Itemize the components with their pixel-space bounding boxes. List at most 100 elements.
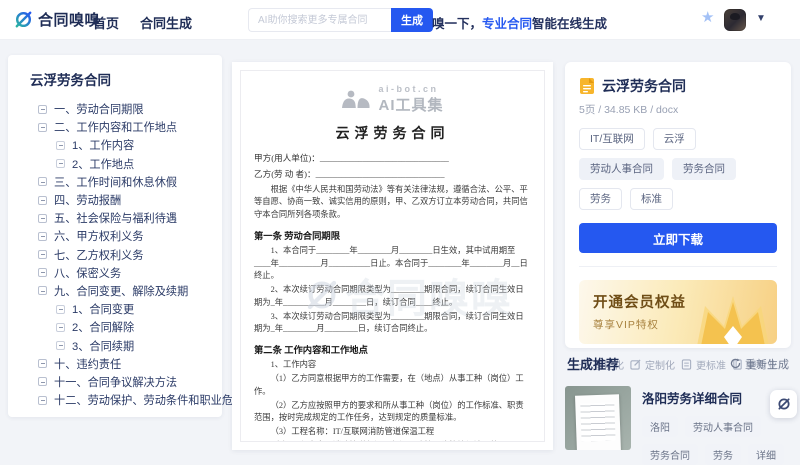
recommend-section: 生成推荐 重新生成 洛阳劳务详细合同 洛阳劳动人事合同劳务合同劳务详细: [565, 354, 791, 465]
party-a-line: 甲方(用人单位)：______________________________: [254, 152, 531, 164]
provider-watermark: ai-bot.cn AI工具集: [254, 84, 531, 115]
collapse-icon[interactable]: [56, 305, 65, 314]
top-navbar: 合同嗅嗅 首页 合同生成 生成 嗅一下，专业合同智能在线生成 ★ ▼: [0, 0, 800, 40]
outline-item[interactable]: 六、甲方权利义务: [8, 227, 222, 245]
collapse-icon[interactable]: [38, 105, 47, 114]
outline-item[interactable]: 十一、合同争议解决方法: [8, 373, 222, 391]
nav-contract-generate[interactable]: 合同生成: [140, 13, 192, 32]
doc-paragraph: （4）工程内容：消防管道保温、保温层防护、建筑垃圾清运等。: [254, 440, 531, 442]
contract-tag[interactable]: 劳务: [579, 188, 622, 210]
generate-button[interactable]: 生成: [391, 8, 433, 32]
collapse-icon[interactable]: [38, 268, 47, 277]
contract-tag[interactable]: 标准: [630, 188, 673, 210]
outline-item-label: 1、合同变更: [72, 301, 134, 317]
user-avatar[interactable]: [724, 9, 746, 31]
doc-paragraph: （3）工程名称：IT/互联网消防管道保温工程: [254, 426, 531, 438]
outline-sidebar: 云浮劳务合同 一、劳动合同期限二、工作内容和工作地点1、工作内容 2、工作地点三、…: [8, 55, 222, 417]
favorite-star-icon[interactable]: ★: [701, 10, 714, 25]
recommend-tag[interactable]: 详细: [748, 444, 784, 465]
document-preview-card: 合同嗅嗅 ai-bot.cn AI工具集 云浮劳务合同 甲方(用人单位)：___…: [232, 62, 553, 450]
collapse-icon[interactable]: [56, 141, 65, 150]
crown-icon: [691, 288, 775, 344]
recommend-thumbnail: [565, 386, 631, 450]
collapse-icon[interactable]: [56, 323, 65, 332]
doc-paragraph: （2）乙方应按照甲方的要求和所从事工种（岗位）的工作标准、职责范围，按时完成规定…: [254, 400, 531, 425]
outline-item-label: 十一、合同争议解决方法: [54, 374, 177, 390]
doc-paragraph: 2、本次续订劳动合同期限类型为________期限合同，续订合同生效日期为_年_…: [254, 284, 531, 309]
doc-section-heading: 第二条 工作内容和工作地点: [254, 342, 531, 356]
tagline-highlight: 专业合同: [482, 17, 532, 31]
contract-tag[interactable]: IT/互联网: [579, 128, 645, 150]
outline-item[interactable]: 五、社会保险与福利待遇: [8, 209, 222, 227]
recommend-item-tags: 洛阳劳动人事合同劳务合同劳务详细: [642, 416, 787, 465]
regenerate-button[interactable]: 重新生成: [730, 356, 789, 372]
collapse-icon[interactable]: [38, 196, 47, 205]
document-page[interactable]: 合同嗅嗅 ai-bot.cn AI工具集 云浮劳务合同 甲方(用人单位)：___…: [240, 70, 545, 442]
outline-item-label: 九、合同变更、解除及续期: [54, 283, 188, 299]
outline-item[interactable]: 一、劳动合同期限: [8, 100, 222, 118]
collapse-icon[interactable]: [56, 159, 65, 168]
recommend-tag[interactable]: 劳务合同: [642, 444, 698, 465]
outline-item[interactable]: 七、乙方权利义务: [8, 246, 222, 264]
vip-banner[interactable]: 开通会员权益 尊享VIP特权: [579, 280, 777, 344]
outline-item[interactable]: 十、违约责任: [8, 355, 222, 373]
brand-logo[interactable]: 合同嗅嗅: [14, 9, 100, 30]
outline-item-label: 十、违约责任: [54, 356, 121, 372]
collapse-icon[interactable]: [38, 359, 47, 368]
collapse-icon[interactable]: [38, 396, 47, 405]
refresh-icon: [730, 358, 741, 369]
outline-item[interactable]: 1、工作内容: [8, 136, 222, 154]
outline-item[interactable]: 三、工作时间和休息休假: [8, 173, 222, 191]
document-title: 云浮劳务合同: [254, 123, 531, 143]
contract-title: 云浮劳务合同: [602, 76, 686, 96]
outline-item[interactable]: 九、合同变更、解除及续期: [8, 282, 222, 300]
collapse-icon[interactable]: [56, 341, 65, 350]
outline-item-label: 三、工作时间和休息休假: [54, 174, 177, 190]
outline-item[interactable]: 八、保密义务: [8, 264, 222, 282]
outline-item-label: 八、保密义务: [54, 265, 121, 281]
collapse-icon[interactable]: [38, 177, 47, 186]
collapse-icon[interactable]: [38, 123, 47, 132]
outline-item-label: 七、乙方权利义务: [54, 247, 144, 263]
recommend-tag[interactable]: 劳动人事合同: [685, 416, 761, 437]
outline-item[interactable]: 1、合同变更: [8, 300, 222, 318]
outline-item[interactable]: 2、工作地点: [8, 155, 222, 173]
collapse-icon[interactable]: [38, 286, 47, 295]
watermark-domain: ai-bot.cn: [378, 84, 443, 94]
contract-tag[interactable]: 劳动人事合同: [579, 158, 664, 180]
contract-tag[interactable]: 劳务合同: [672, 158, 736, 180]
tagline: 嗅一下，专业合同智能在线生成: [432, 13, 607, 32]
download-button[interactable]: 立即下载: [579, 223, 777, 253]
outline-item[interactable]: 3、合同续期: [8, 336, 222, 354]
collapse-icon[interactable]: [38, 214, 47, 223]
outline-item[interactable]: 二、工作内容和工作地点: [8, 118, 222, 136]
recommend-title: 生成推荐: [567, 354, 619, 373]
help-widget-button[interactable]: [770, 390, 797, 418]
outline-item[interactable]: 十二、劳动保护、劳动条件和职业危害防护: [8, 391, 222, 409]
nav-home[interactable]: 首页: [93, 13, 119, 32]
recommend-item[interactable]: 洛阳劳务详细合同 洛阳劳动人事合同劳务合同劳务详细: [565, 386, 791, 465]
recommend-tag[interactable]: 劳务: [705, 444, 741, 465]
collapse-icon[interactable]: [38, 250, 47, 259]
collapse-icon[interactable]: [38, 232, 47, 241]
outline-title: 云浮劳务合同: [30, 69, 222, 89]
document-intro: 根据《中华人民共和国劳动法》等有关法律法规，遵循合法、公平、平等自愿、协商一致、…: [254, 184, 531, 221]
recommend-tag[interactable]: 洛阳: [642, 416, 678, 437]
outline-item-label: 2、工作地点: [72, 156, 134, 172]
contract-tag[interactable]: 云浮: [653, 128, 696, 150]
search-input[interactable]: [248, 8, 391, 32]
chevron-down-icon[interactable]: ▼: [756, 13, 766, 24]
doc-paragraph: （1）乙方同意根据甲方的工作需要，在（地点）从事工种（岗位）工作。: [254, 373, 531, 398]
outline-item-label: 1、工作内容: [72, 137, 134, 153]
outline-item[interactable]: 四、劳动报酬: [8, 191, 222, 209]
widget-logo-icon: [777, 397, 791, 411]
watermark-brand: AI工具集: [378, 94, 443, 115]
collapse-icon[interactable]: [38, 377, 47, 386]
doc-section-heading: 第一条 劳动合同期限: [254, 228, 531, 242]
doc-paragraph: 3、本次续订劳动合同期限类型为________期限合同，续订合同生效日期为_年_…: [254, 311, 531, 336]
outline-item-label: 2、合同解除: [72, 319, 134, 335]
doc-paragraph: 1、工作内容: [254, 359, 531, 371]
outline-item-label: 五、社会保险与福利待遇: [54, 210, 177, 226]
outline-item[interactable]: 2、合同解除: [8, 318, 222, 336]
recommend-item-title: 洛阳劳务详细合同: [642, 388, 787, 407]
